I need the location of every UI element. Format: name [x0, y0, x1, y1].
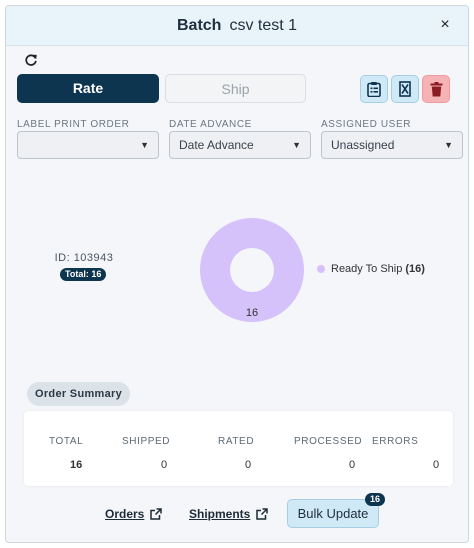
summary-value-shipped: 0: [161, 459, 168, 471]
donut-slice-label: 16: [246, 307, 258, 319]
date-advance-select[interactable]: Date Advance ▼: [169, 131, 311, 159]
assigned-user-select[interactable]: Unassigned ▼: [321, 131, 463, 159]
date-advance-label: DATE ADVANCE: [169, 119, 252, 130]
panel-header: Batch csv test 1 ×: [6, 6, 468, 46]
bulk-update-button[interactable]: Bulk Update: [287, 499, 379, 528]
assigned-user-value: Unassigned: [331, 138, 395, 152]
legend-label: Ready To Ship: [331, 263, 403, 275]
bulk-update-count-badge: 16: [365, 493, 386, 506]
batch-panel: Batch csv test 1 × Rate Ship LABEL PRINT…: [5, 5, 469, 543]
legend-swatch: [317, 265, 325, 273]
title-batch-name: csv test 1: [229, 17, 298, 34]
tab-ship[interactable]: Ship: [165, 74, 306, 103]
orders-link[interactable]: Orders: [105, 507, 163, 521]
tab-rate[interactable]: Rate: [17, 74, 159, 103]
panel-title: Batch csv test 1: [6, 17, 468, 35]
orders-link-label: Orders: [105, 507, 145, 521]
shipments-link[interactable]: Shipments: [189, 507, 269, 521]
shipments-link-label: Shipments: [189, 507, 251, 521]
clipboard-list-icon: [367, 82, 381, 97]
summary-value-processed: 0: [349, 459, 356, 471]
legend-count: (16): [405, 263, 425, 275]
total-badge: Total: 16: [60, 268, 107, 281]
chevron-down-icon: ▼: [444, 140, 453, 150]
chart-legend: Ready To Ship (16): [317, 263, 425, 275]
order-summary-chip: Order Summary: [27, 382, 131, 406]
chevron-down-icon: ▼: [292, 140, 301, 150]
assigned-user-label: ASSIGNED USER: [321, 119, 412, 130]
date-advance-value: Date Advance: [179, 138, 254, 152]
batch-id: ID: 103943: [54, 252, 114, 264]
summary-head-errors: ERRORS: [372, 436, 419, 447]
summary-value-rated: 0: [245, 459, 252, 471]
label-print-order-label: LABEL PRINT ORDER: [17, 119, 130, 130]
external-link-icon: [150, 508, 163, 520]
summary-value-total: 16: [70, 459, 83, 471]
label-print-order-select[interactable]: ▼: [17, 131, 159, 159]
delete-button[interactable]: [422, 75, 450, 103]
title-batch-word: Batch: [176, 17, 222, 34]
status-donut-chart: 16: [200, 218, 304, 322]
close-icon[interactable]: ×: [436, 16, 454, 34]
hourglass-cancel-icon: [399, 81, 411, 97]
summary-head-total: TOTAL: [49, 436, 84, 447]
summary-head-shipped: SHIPPED: [122, 436, 171, 447]
external-link-icon: [256, 508, 269, 520]
trash-icon: [430, 81, 442, 96]
summary-head-processed: PROCESSED: [294, 436, 363, 447]
clipboard-button[interactable]: [360, 75, 388, 103]
cancel-batch-button[interactable]: [391, 75, 419, 103]
refresh-icon[interactable]: [24, 53, 38, 67]
summary-value-errors: 0: [433, 459, 440, 471]
order-summary-card: TOTAL SHIPPED RATED PROCESSED ERRORS 16 …: [24, 411, 453, 486]
chevron-down-icon: ▼: [140, 140, 149, 150]
summary-head-rated: RATED: [218, 436, 255, 447]
